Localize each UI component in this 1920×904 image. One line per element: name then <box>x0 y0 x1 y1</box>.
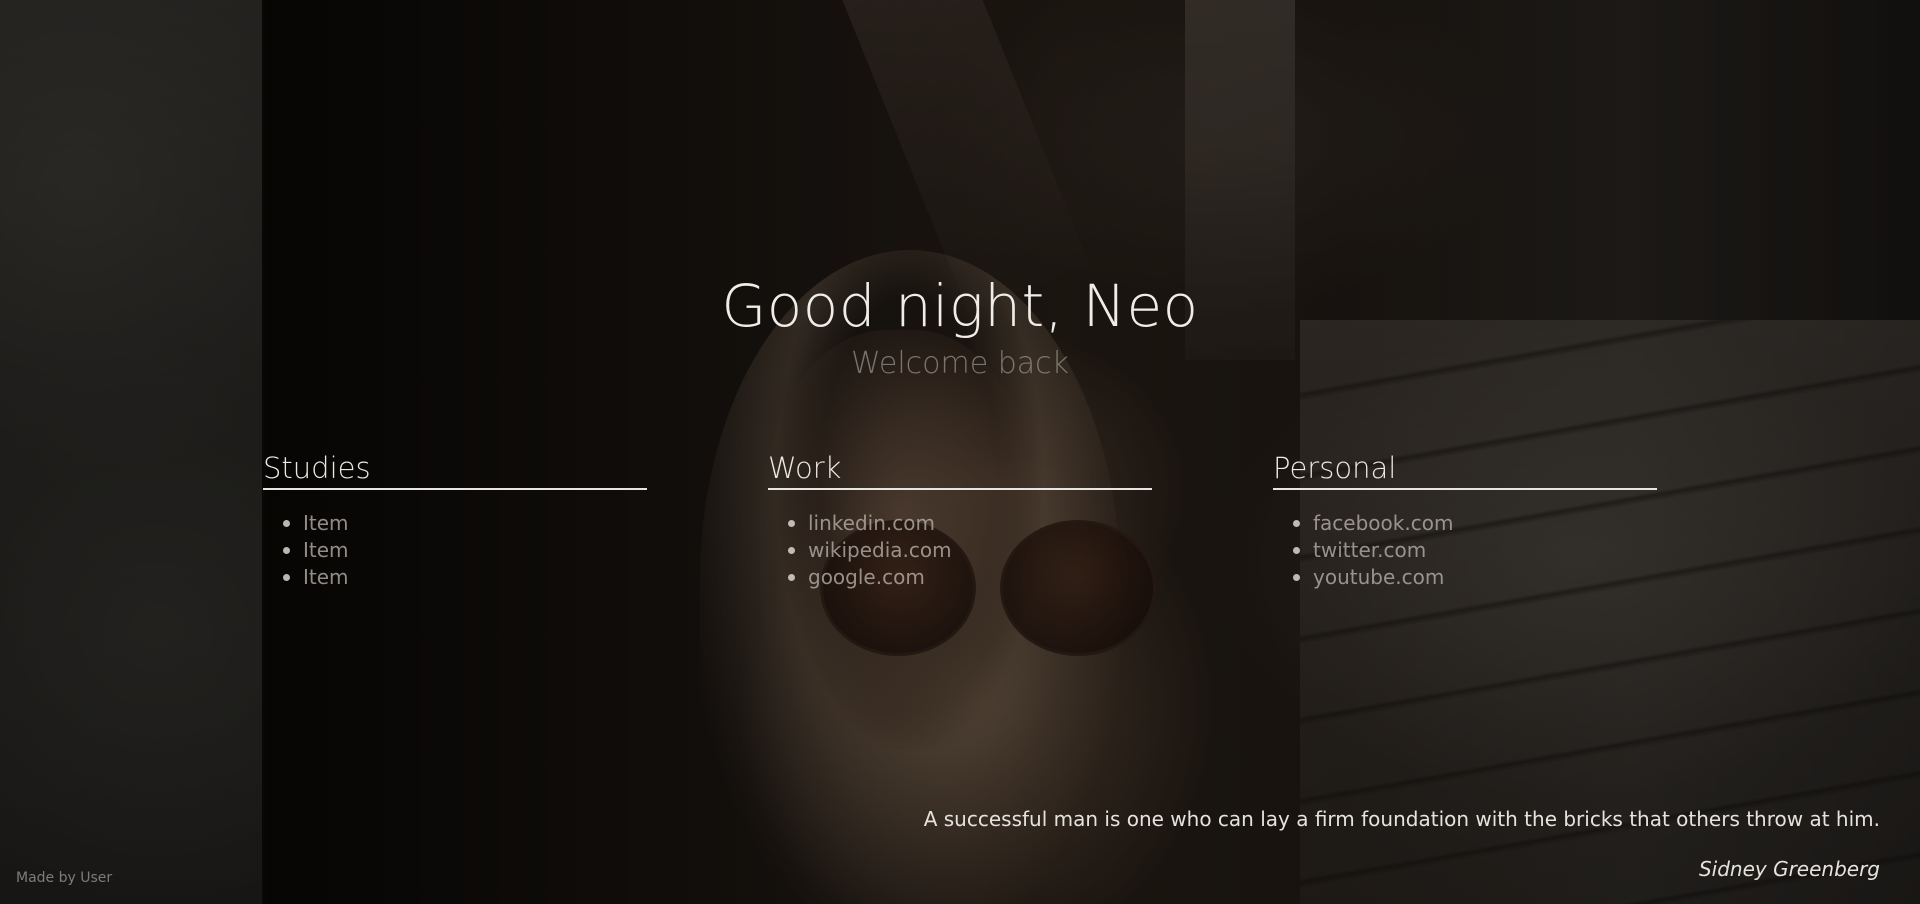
personal-heading: Personal <box>1273 448 1657 490</box>
studies-link-list: Item Item Item <box>263 510 647 591</box>
greeting-title: Good night, Neo <box>721 272 1199 340</box>
work-heading: Work <box>768 448 1152 490</box>
personal-link-youtube[interactable]: youtube.com <box>1293 564 1657 591</box>
welcome-subtitle: Welcome back <box>850 346 1070 381</box>
studies-link-item[interactable]: Item <box>283 564 647 591</box>
studies-link-item[interactable]: Item <box>283 537 647 564</box>
studies-column: Studies Item Item Item <box>263 448 647 591</box>
studies-heading: Studies <box>263 448 647 490</box>
quote-text: A successful man is one who can lay a fi… <box>923 807 1880 831</box>
work-column: Work linkedin.com wikipedia.com google.c… <box>768 448 1152 591</box>
quote-author: Sidney Greenberg <box>1698 857 1880 881</box>
personal-column: Personal facebook.com twitter.com youtub… <box>1273 448 1657 591</box>
studies-link-item[interactable]: Item <box>283 510 647 537</box>
made-by-credit: Made by User <box>16 870 113 886</box>
personal-link-twitter[interactable]: twitter.com <box>1293 537 1657 564</box>
work-link-list: linkedin.com wikipedia.com google.com <box>768 510 1152 591</box>
work-link-wikipedia[interactable]: wikipedia.com <box>788 537 1152 564</box>
work-link-linkedin[interactable]: linkedin.com <box>788 510 1152 537</box>
personal-link-facebook[interactable]: facebook.com <box>1293 510 1657 537</box>
work-link-google[interactable]: google.com <box>788 564 1152 591</box>
personal-link-list: facebook.com twitter.com youtube.com <box>1273 510 1657 591</box>
